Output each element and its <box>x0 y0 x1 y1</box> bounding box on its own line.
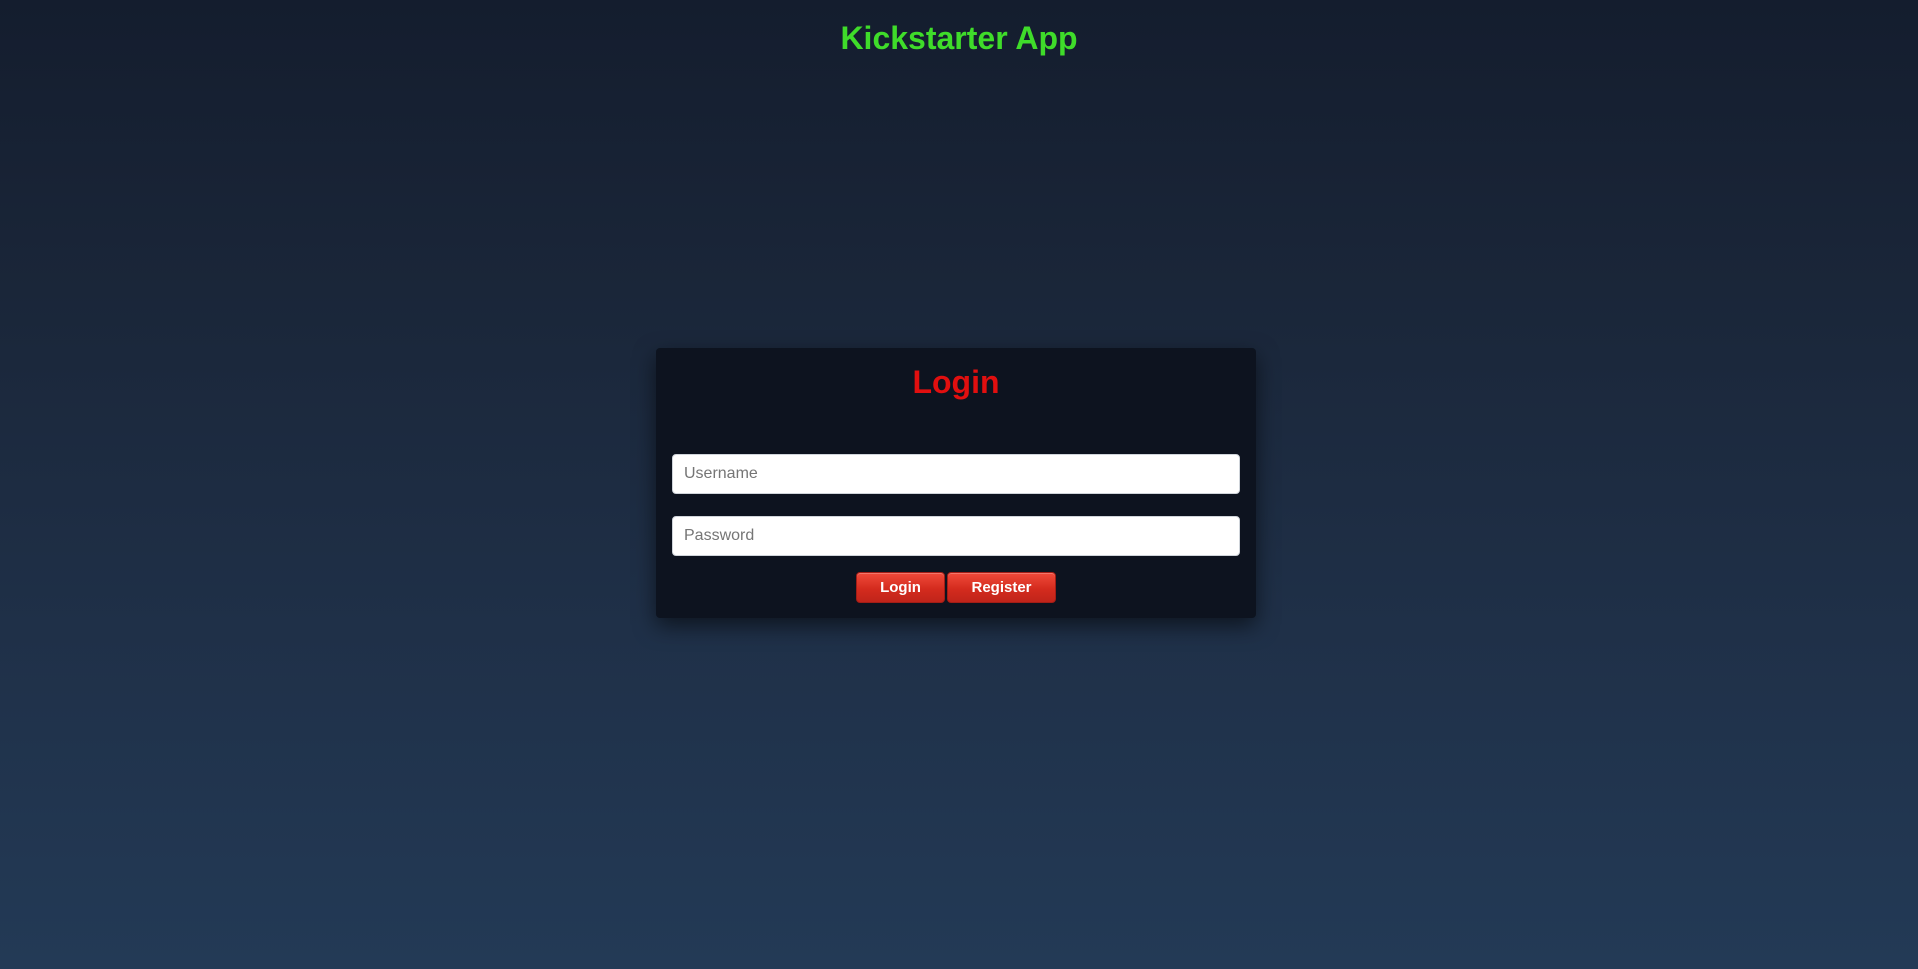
login-button[interactable]: Login <box>856 572 945 603</box>
login-heading: Login <box>912 364 1000 400</box>
username-input[interactable] <box>672 454 1240 494</box>
register-button[interactable]: Register <box>947 572 1056 603</box>
password-input[interactable] <box>672 516 1240 556</box>
button-row: Login Register <box>656 572 1256 603</box>
app-title: Kickstarter App <box>840 20 1078 56</box>
login-card: Login Login Register <box>656 348 1256 618</box>
